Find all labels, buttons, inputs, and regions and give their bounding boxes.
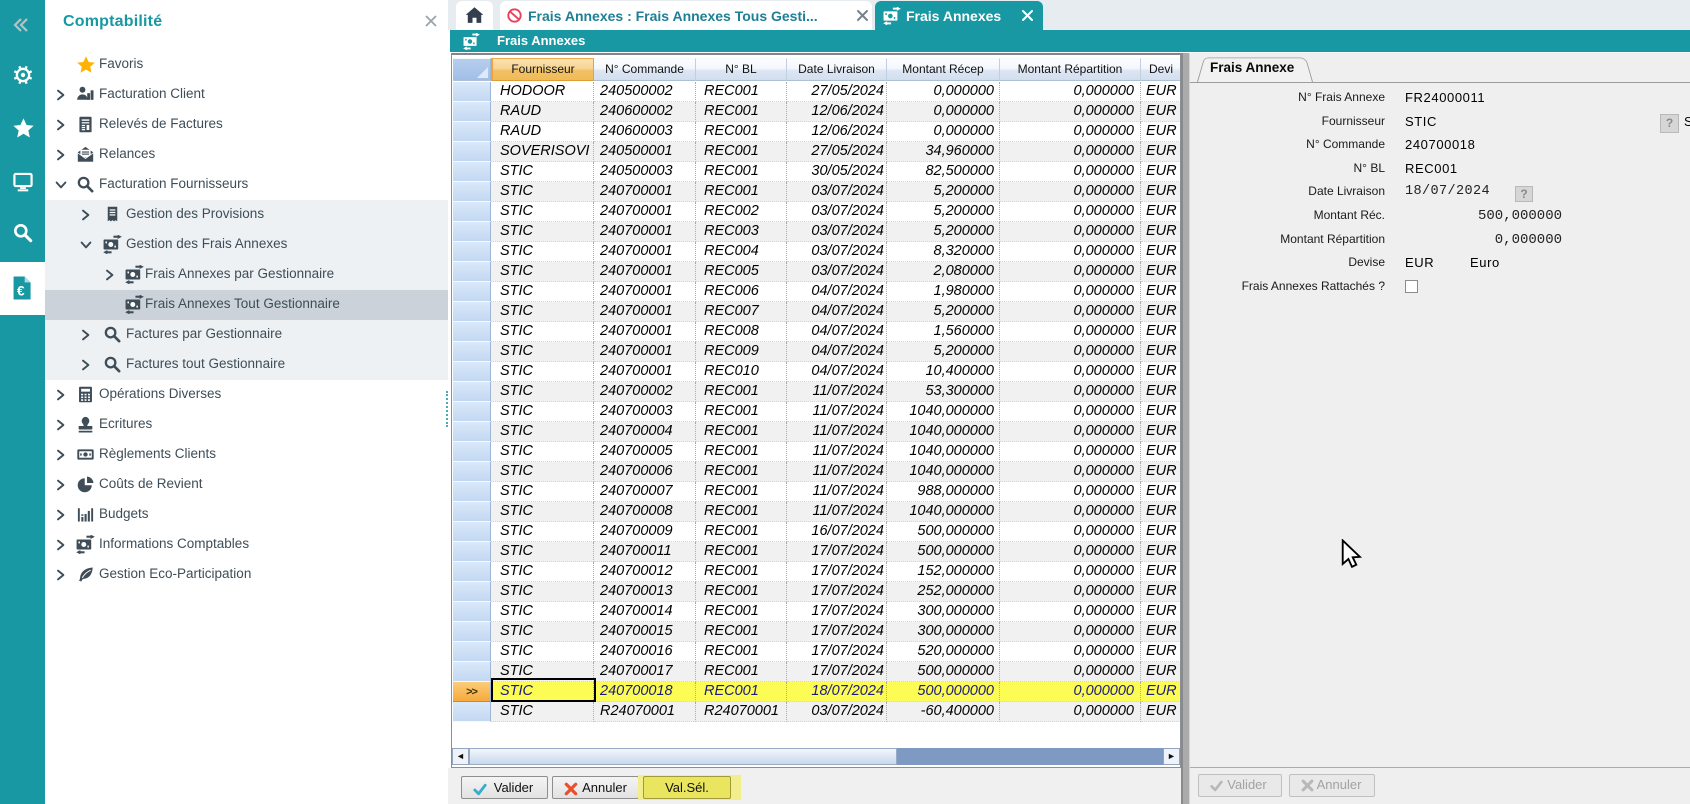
svg-text:€: € [17, 283, 25, 298]
